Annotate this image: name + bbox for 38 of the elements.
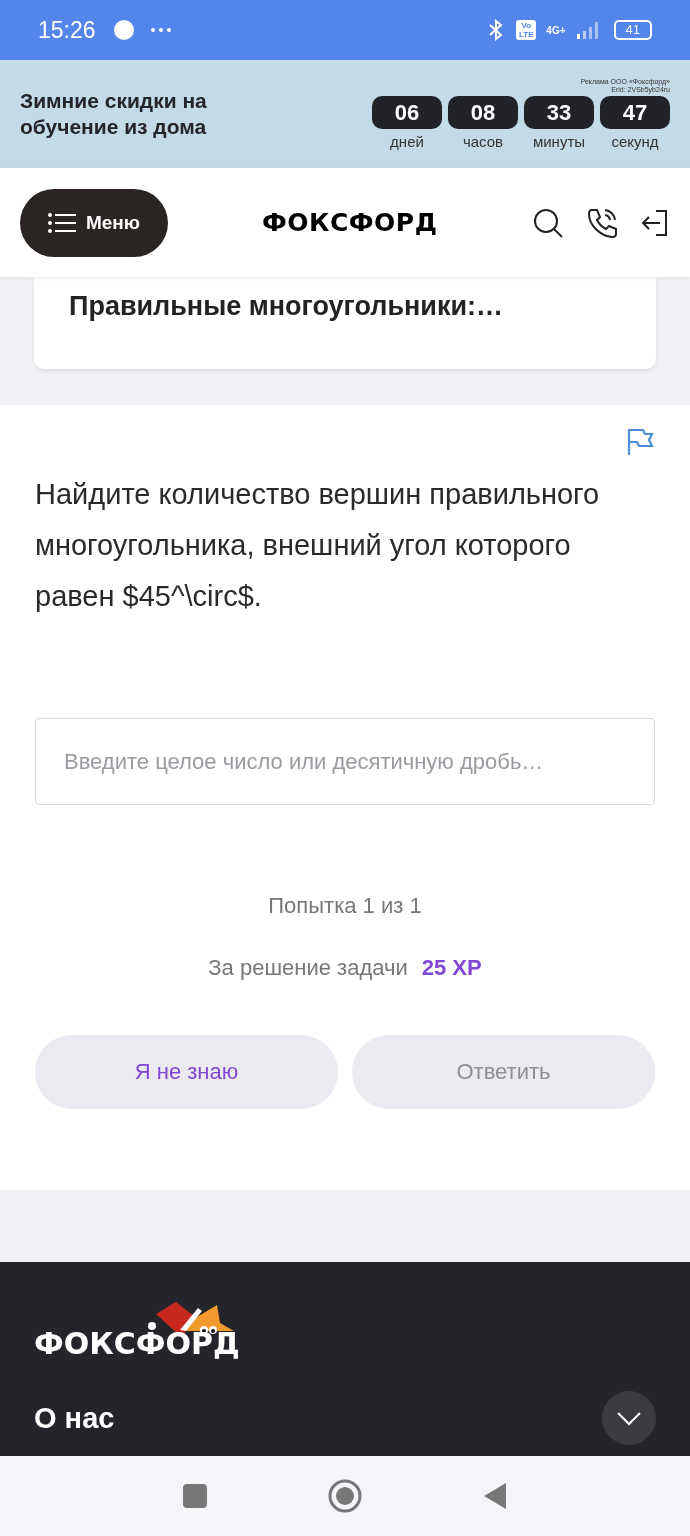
countdown-value: 06 (372, 96, 442, 129)
network-label: 4G+ (546, 24, 566, 36)
volte-badge: Vo LTE (516, 20, 537, 40)
chevron-icon (616, 1410, 642, 1426)
reward-xp: 25 XP (421, 955, 482, 981)
countdown-label: дней (390, 133, 424, 150)
footer-section-title[interactable]: О нас (34, 1401, 115, 1435)
answer-field[interactable]: Введите целое число или десятичную дробь… (35, 718, 655, 805)
home-icon[interactable] (328, 1479, 362, 1513)
flag-icon[interactable] (625, 427, 655, 457)
menu-button[interactable]: Меню (20, 188, 168, 257)
menu-icon (47, 211, 76, 234)
countdown-value: 08 (448, 96, 518, 129)
countdown-value: 33 (524, 96, 594, 129)
attempts-text: Попытка 1 из 1 (267, 893, 423, 919)
countdown-value: 47 (600, 96, 670, 129)
footer-logo[interactable]: ФОКСФОРД (34, 1326, 656, 1361)
battery-icon: 41 (613, 20, 652, 40)
phone-icon[interactable] (586, 206, 618, 239)
reward-label: За решение задачи (208, 955, 408, 981)
ad-title: Зимние скидки на обучение из дома (20, 88, 208, 140)
login-icon[interactable] (640, 207, 670, 238)
lesson-card[interactable]: Правильные многоугольники:… (34, 277, 656, 369)
countdown-label: минуты (532, 133, 586, 150)
recents-icon[interactable] (182, 1483, 208, 1509)
question-text: Найдите количество вершин правильного многоугольника, внешний угол которого равен $45^\circ$. (35, 477, 601, 614)
more-icon (149, 27, 172, 33)
clock: 15:26 (38, 16, 96, 44)
expand-button[interactable] (602, 1391, 656, 1445)
countdown-label: секунд (611, 133, 659, 150)
signal-icon (575, 20, 600, 40)
back-icon[interactable] (482, 1481, 508, 1511)
notification-dot-icon (113, 20, 134, 40)
logo[interactable]: ФОКСФОРД (262, 208, 438, 237)
search-icon[interactable] (532, 206, 564, 239)
lesson-title: Правильные многоугольники:… (69, 291, 505, 322)
countdown-label: часов (462, 133, 504, 150)
skip-button[interactable]: Я не знаю (35, 1035, 338, 1109)
